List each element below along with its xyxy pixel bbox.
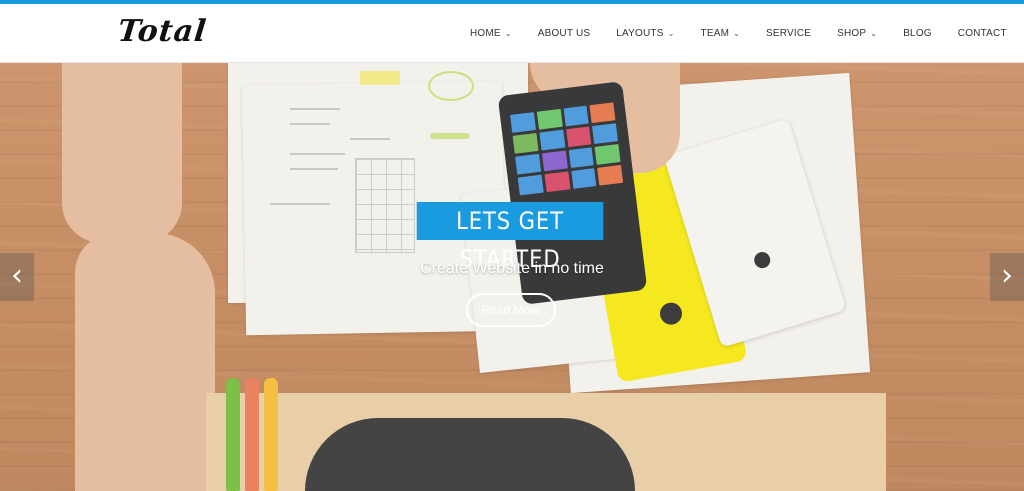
nav-item-team[interactable]: TEAM ⌄ bbox=[701, 28, 741, 39]
nav-item-contact[interactable]: CONTACT bbox=[958, 28, 1007, 39]
slider-prev-button[interactable]: ‹ bbox=[0, 253, 34, 301]
nav-label: HOME bbox=[470, 28, 501, 39]
nav-label: TEAM bbox=[700, 28, 730, 39]
main-nav: HOME ⌄ ABOUT US LAYOUTS ⌄ TEAM ⌄ SERVICE… bbox=[470, 4, 1007, 63]
hero-subtitle: Create Website in no time bbox=[420, 260, 604, 277]
chevron-down-icon: ⌄ bbox=[733, 29, 741, 38]
hero-title: LETS GET STARTED bbox=[416, 202, 604, 273]
nav-label: SHOP bbox=[837, 28, 867, 39]
slider-next-button[interactable]: › bbox=[990, 253, 1024, 301]
site-logo[interactable]: Total bbox=[116, 14, 208, 49]
nav-item-layouts[interactable]: LAYOUTS ⌄ bbox=[616, 28, 674, 39]
chevron-down-icon: ⌄ bbox=[504, 29, 512, 38]
nav-label: SERVICE bbox=[766, 28, 812, 39]
nav-item-blog[interactable]: BLOG bbox=[903, 28, 932, 39]
nav-label: LAYOUTS bbox=[616, 28, 664, 39]
chevron-down-icon: ⌄ bbox=[667, 29, 675, 38]
nav-item-service[interactable]: SERVICE bbox=[766, 28, 811, 39]
nav-label: BLOG bbox=[903, 28, 932, 39]
nav-label: ABOUT US bbox=[537, 28, 591, 39]
chevron-right-icon: › bbox=[1001, 258, 1013, 293]
nav-item-about-us[interactable]: ABOUT US bbox=[538, 28, 591, 39]
site-header: Total HOME ⌄ ABOUT US LAYOUTS ⌄ TEAM ⌄ S… bbox=[0, 4, 1024, 63]
nav-item-home[interactable]: HOME ⌄ bbox=[470, 28, 512, 39]
chevron-down-icon: ⌄ bbox=[870, 29, 878, 38]
chevron-left-icon: ‹ bbox=[11, 258, 23, 293]
nav-item-shop[interactable]: SHOP ⌄ bbox=[837, 28, 877, 39]
nav-label: CONTACT bbox=[957, 28, 1007, 39]
read-more-button[interactable]: Read More bbox=[466, 293, 556, 327]
